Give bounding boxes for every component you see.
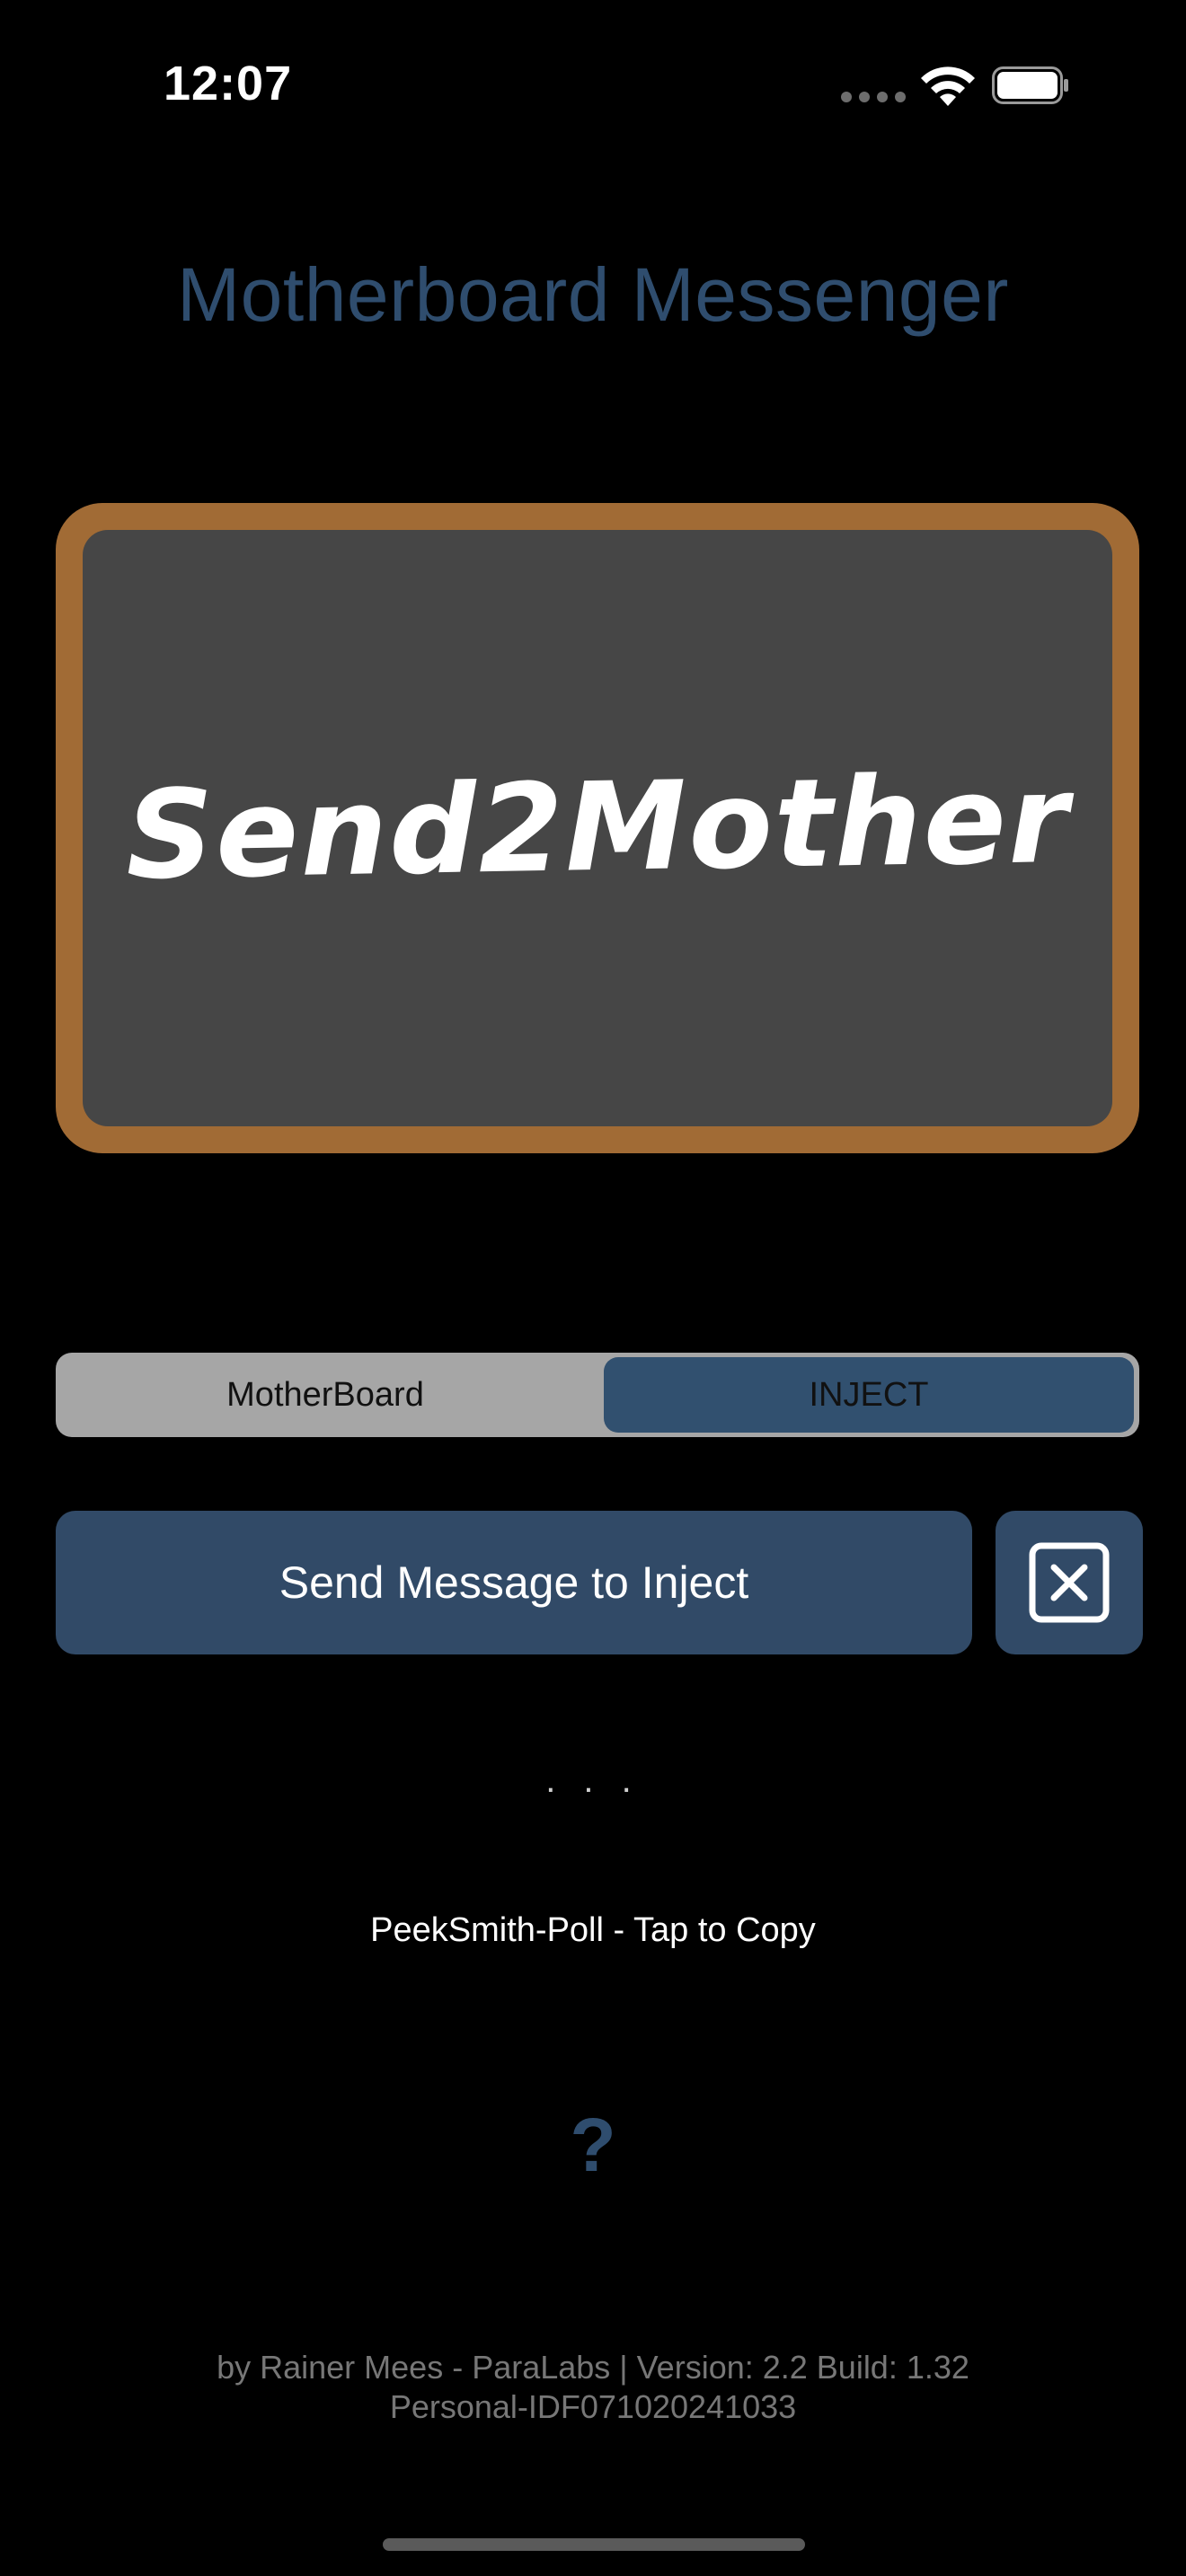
segment-motherboard[interactable]: MotherBoard [56, 1353, 595, 1437]
home-indicator[interactable] [383, 2538, 805, 2551]
footer-version: by Rainer Mees - ParaLabs | Version: 2.2… [217, 2349, 969, 2386]
cellular-signal-icon [841, 92, 906, 102]
help-button[interactable]: ? [0, 2102, 1186, 2189]
footer-info: by Rainer Mees - ParaLabs | Version: 2.2… [0, 2348, 1186, 2427]
clear-button[interactable] [996, 1511, 1143, 1654]
status-time: 12:07 [164, 57, 293, 110]
chalkboard-frame[interactable]: Send2Mother [56, 503, 1139, 1153]
close-box-icon [1029, 1542, 1110, 1623]
chalkboard-text: Send2Mother [124, 748, 1071, 908]
footer-personal-id: Personal-IDF071020241033 [389, 2388, 797, 2425]
segment-inject[interactable]: INJECT [604, 1357, 1134, 1433]
wifi-icon [921, 66, 975, 106]
target-segmented-control: MotherBoard INJECT [56, 1353, 1139, 1437]
app-title: Motherboard Messenger [177, 252, 1009, 337]
status-ellipsis: . . . [545, 1760, 641, 1800]
send-message-label: Send Message to Inject [279, 1557, 749, 1608]
peeksmith-poll-copy-label[interactable]: PeekSmith-Poll - Tap to Copy [0, 1911, 1186, 1950]
send-message-button[interactable]: Send Message to Inject [56, 1511, 972, 1654]
chalkboard-surface[interactable]: Send2Mother [83, 530, 1112, 1126]
battery-icon [992, 66, 1068, 104]
